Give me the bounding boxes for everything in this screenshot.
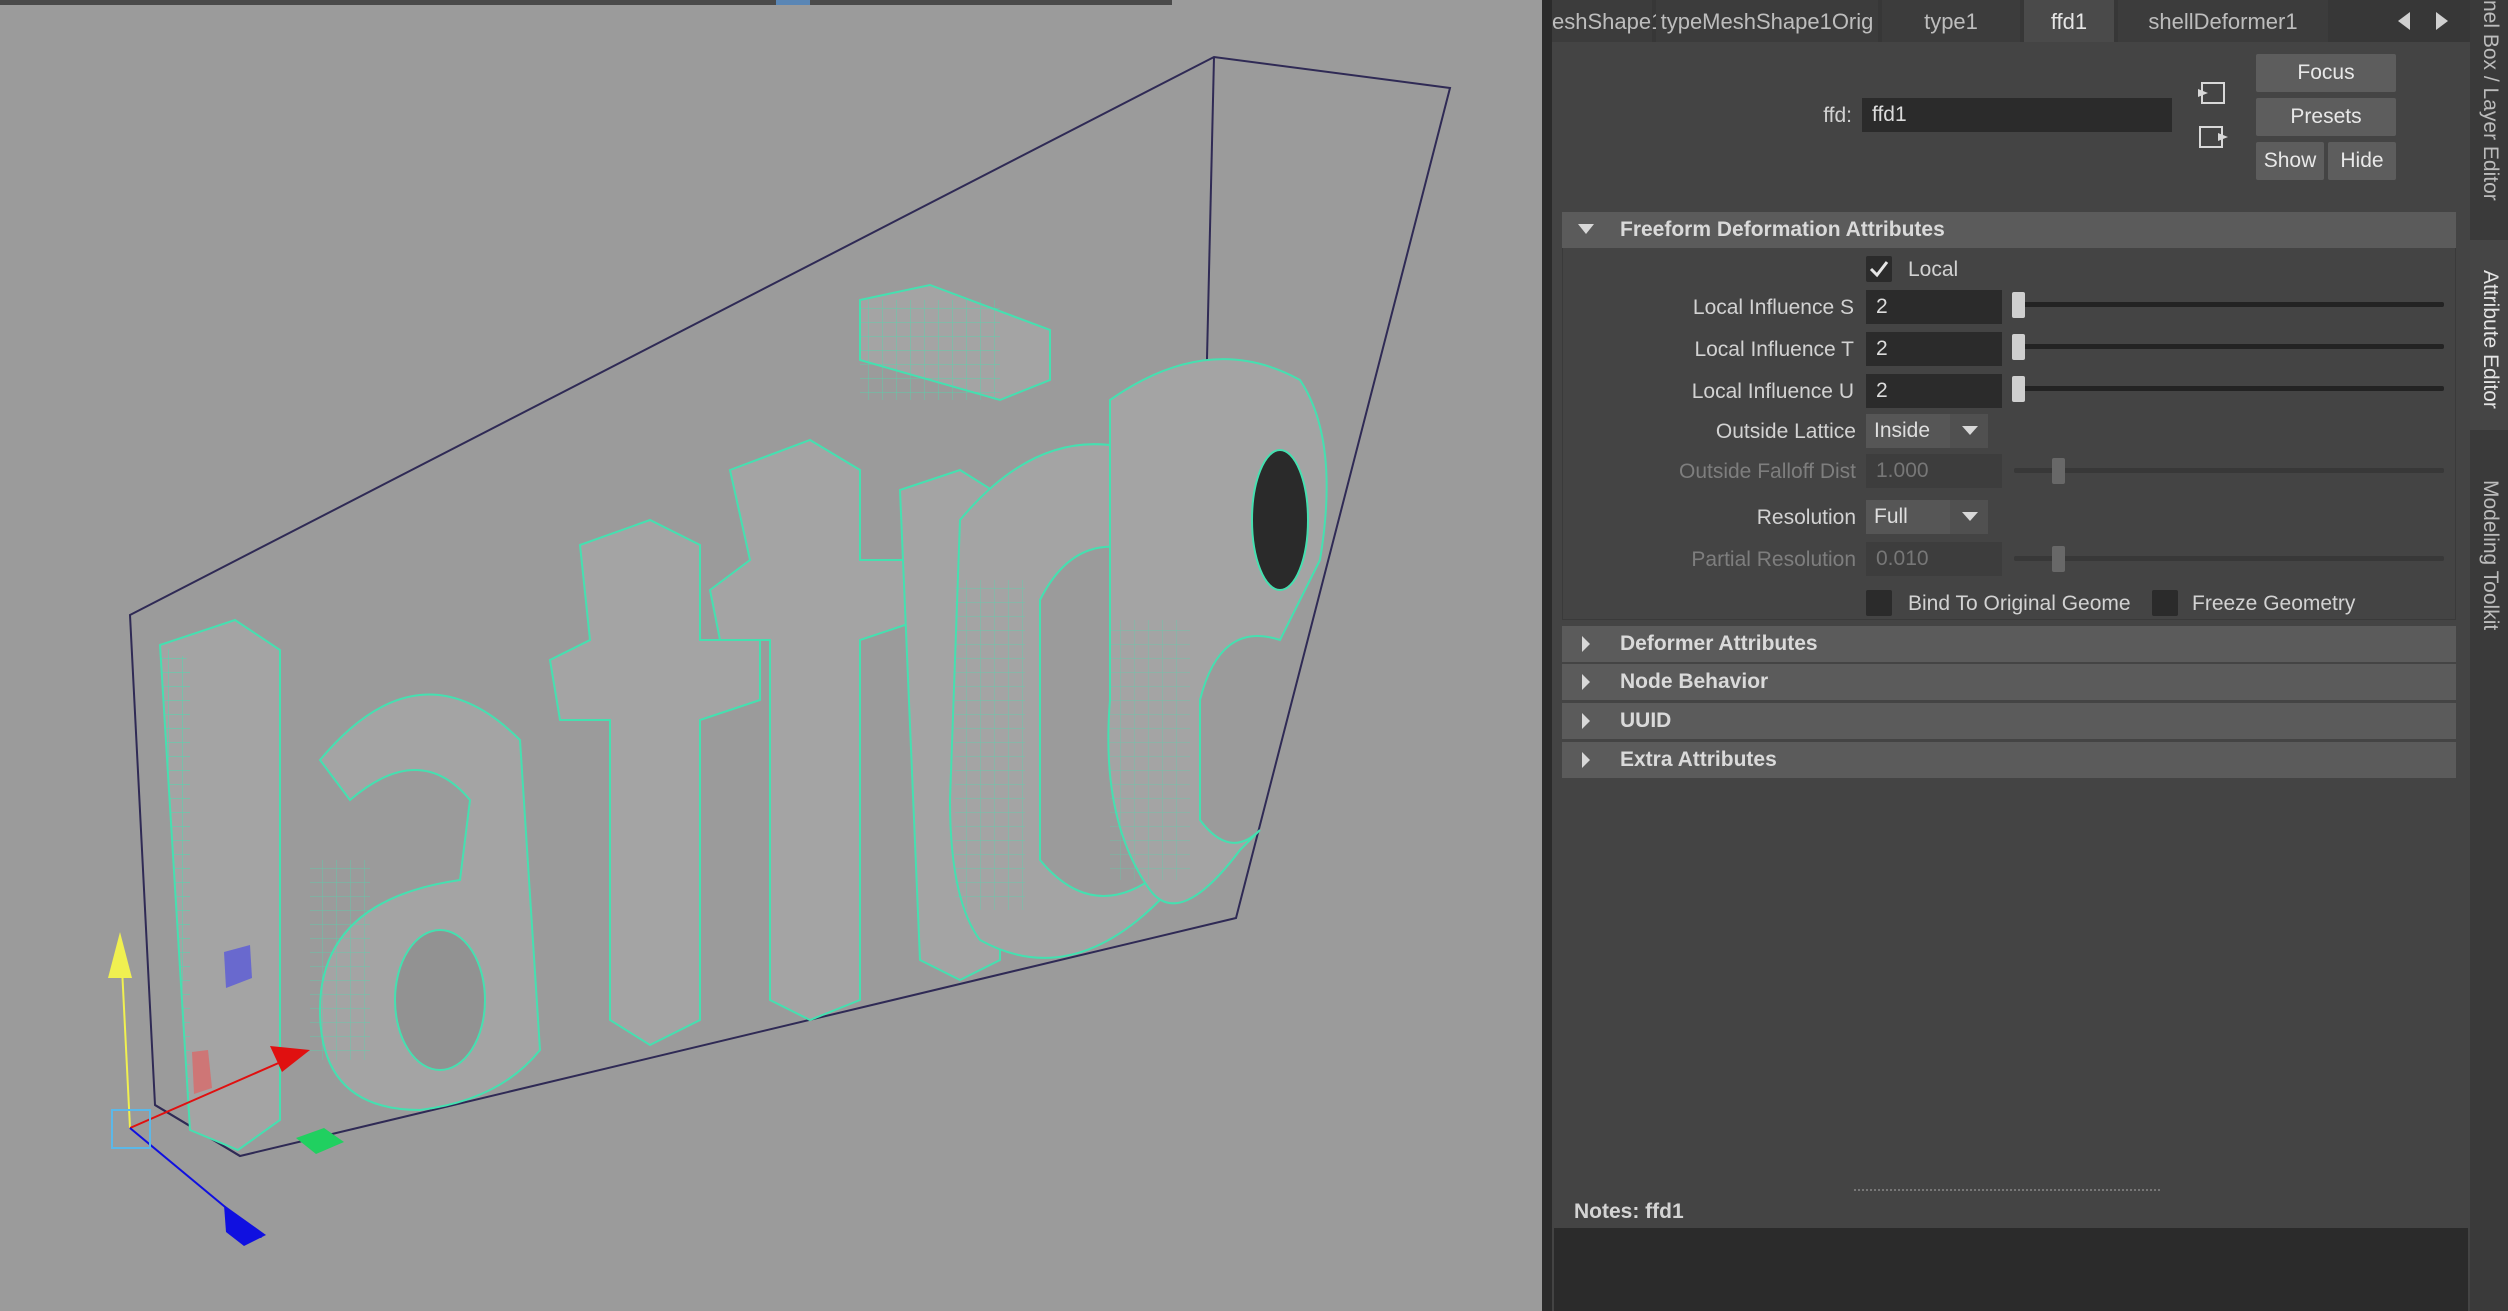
triangle-left-icon[interactable] bbox=[2398, 12, 2412, 54]
load-selected-icon[interactable] bbox=[2196, 78, 2230, 108]
influence-t-label: Local Influence T bbox=[1694, 338, 1854, 361]
extra-attributes-section[interactable]: Extra Attributes bbox=[1562, 742, 2456, 778]
outside-lattice-label: Outside Lattice bbox=[1715, 420, 1856, 443]
resolution-dropdown[interactable]: Full bbox=[1866, 500, 1988, 534]
section-title: Deformer Attributes bbox=[1620, 632, 1818, 655]
partial-resolution-slider-handle bbox=[2052, 546, 2065, 572]
triangle-right-icon[interactable] bbox=[2436, 12, 2450, 54]
node-behavior-section[interactable]: Node Behavior bbox=[1562, 664, 2456, 700]
copy-tab-icon[interactable] bbox=[2196, 122, 2230, 152]
chevron-down-icon bbox=[1950, 414, 1988, 448]
section-title: Node Behavior bbox=[1620, 670, 1769, 693]
influence-s-field[interactable]: 2 bbox=[1866, 290, 2002, 324]
resolution-label: Resolution bbox=[1756, 506, 1856, 529]
outside-falloff-field: 1.000 bbox=[1866, 454, 2002, 488]
outside-falloff-slider-handle bbox=[2052, 458, 2065, 484]
attribute-editor: eshShape1 typeMeshShape1Orig type1 ffd1 … bbox=[1552, 0, 2470, 1311]
influence-u-label: Local Influence U bbox=[1691, 380, 1854, 403]
freeze-geometry-label: Freeze Geometry bbox=[2192, 592, 2356, 615]
tab-shelldeformer1[interactable]: shellDeformer1 bbox=[2118, 0, 2328, 42]
collapsed-triangle-icon bbox=[1582, 713, 1590, 729]
tab-typemeshshape-orig[interactable]: typeMeshShape1Orig bbox=[1656, 0, 1878, 42]
bind-original-checkbox[interactable] bbox=[1866, 590, 1892, 616]
tab-ffd1[interactable]: ffd1 bbox=[2024, 0, 2114, 42]
outside-falloff-slider bbox=[2014, 468, 2444, 473]
tab-type1[interactable]: type1 bbox=[1882, 0, 2020, 42]
side-tab-rail: nel Box / Layer Editor Attribute Editor … bbox=[2470, 0, 2508, 1311]
influence-s-slider-handle[interactable] bbox=[2012, 292, 2025, 318]
influence-u-slider-handle[interactable] bbox=[2012, 376, 2025, 402]
influence-t-slider[interactable] bbox=[2014, 344, 2444, 349]
bind-original-label: Bind To Original Geome bbox=[1908, 592, 2131, 615]
node-name-field[interactable]: ffd1 bbox=[1862, 98, 2172, 132]
section-title: Extra Attributes bbox=[1620, 748, 1777, 771]
collapsed-triangle-icon bbox=[1582, 752, 1590, 768]
influence-t-field[interactable]: 2 bbox=[1866, 332, 2002, 366]
expanded-triangle-icon bbox=[1578, 224, 1594, 234]
freeze-geometry-checkbox[interactable] bbox=[2152, 590, 2178, 616]
presets-button[interactable]: Presets bbox=[2256, 98, 2396, 136]
resolution-value: Full bbox=[1874, 505, 1908, 528]
section-title: UUID bbox=[1620, 709, 1672, 732]
influence-s-label: Local Influence S bbox=[1692, 296, 1854, 319]
influence-t-slider-handle[interactable] bbox=[2012, 334, 2025, 360]
outside-lattice-value: Inside bbox=[1874, 419, 1931, 442]
side-tab-label: Attribute Editor bbox=[2479, 270, 2502, 409]
node-tabs: eshShape1 typeMeshShape1Orig type1 ffd1 … bbox=[1552, 0, 2470, 42]
local-checkbox[interactable] bbox=[1866, 256, 1892, 282]
hide-button[interactable]: Hide bbox=[2328, 142, 2396, 180]
node-type-label: ffd: bbox=[1823, 104, 1852, 127]
freeform-section-header[interactable]: Freeform Deformation Attributes bbox=[1562, 212, 2456, 248]
show-button[interactable]: Show bbox=[2256, 142, 2324, 180]
focus-button[interactable]: Focus bbox=[2256, 54, 2396, 92]
panel-splitter[interactable] bbox=[1542, 0, 1552, 1311]
uuid-section[interactable]: UUID bbox=[1562, 703, 2456, 739]
tab-modeling-toolkit[interactable]: Modeling Toolkit bbox=[2470, 470, 2508, 660]
influence-u-field[interactable]: 2 bbox=[1866, 374, 2002, 408]
notes-resize-handle[interactable] bbox=[1854, 1189, 2160, 1191]
partial-resolution-label: Partial Resolution bbox=[1691, 548, 1856, 571]
local-label: Local bbox=[1908, 258, 1959, 281]
checkmark-icon bbox=[1869, 261, 1889, 278]
3d-viewport[interactable] bbox=[0, 0, 1542, 1311]
notes-label: Notes: ffd1 bbox=[1574, 1200, 1684, 1223]
outside-falloff-label: Outside Falloff Dist bbox=[1678, 460, 1856, 483]
collapsed-triangle-icon bbox=[1582, 636, 1590, 652]
side-tab-label: Modeling Toolkit bbox=[2479, 480, 2502, 631]
chevron-down-icon bbox=[1950, 500, 1988, 534]
influence-s-slider[interactable] bbox=[2014, 302, 2444, 307]
collapsed-triangle-icon bbox=[1582, 674, 1590, 690]
deformer-attributes-section[interactable]: Deformer Attributes bbox=[1562, 626, 2456, 662]
viewport-scene bbox=[108, 55, 1452, 1246]
partial-resolution-field: 0.010 bbox=[1866, 542, 2002, 576]
tab-attribute-editor[interactable]: Attribute Editor bbox=[2470, 240, 2508, 430]
tab-meshshape[interactable]: eshShape1 bbox=[1552, 0, 1663, 42]
partial-resolution-slider bbox=[2014, 556, 2444, 561]
side-tab-label: nel Box / Layer Editor bbox=[2479, 0, 2502, 201]
influence-u-slider[interactable] bbox=[2014, 386, 2444, 391]
lattice-text-object bbox=[158, 283, 1328, 1152]
tab-channel-box-layer-editor[interactable]: nel Box / Layer Editor bbox=[2470, 0, 2508, 225]
notes-textarea[interactable] bbox=[1554, 1228, 2468, 1311]
outside-lattice-dropdown[interactable]: Inside bbox=[1866, 414, 1988, 448]
freeform-section-title: Freeform Deformation Attributes bbox=[1620, 218, 1945, 241]
